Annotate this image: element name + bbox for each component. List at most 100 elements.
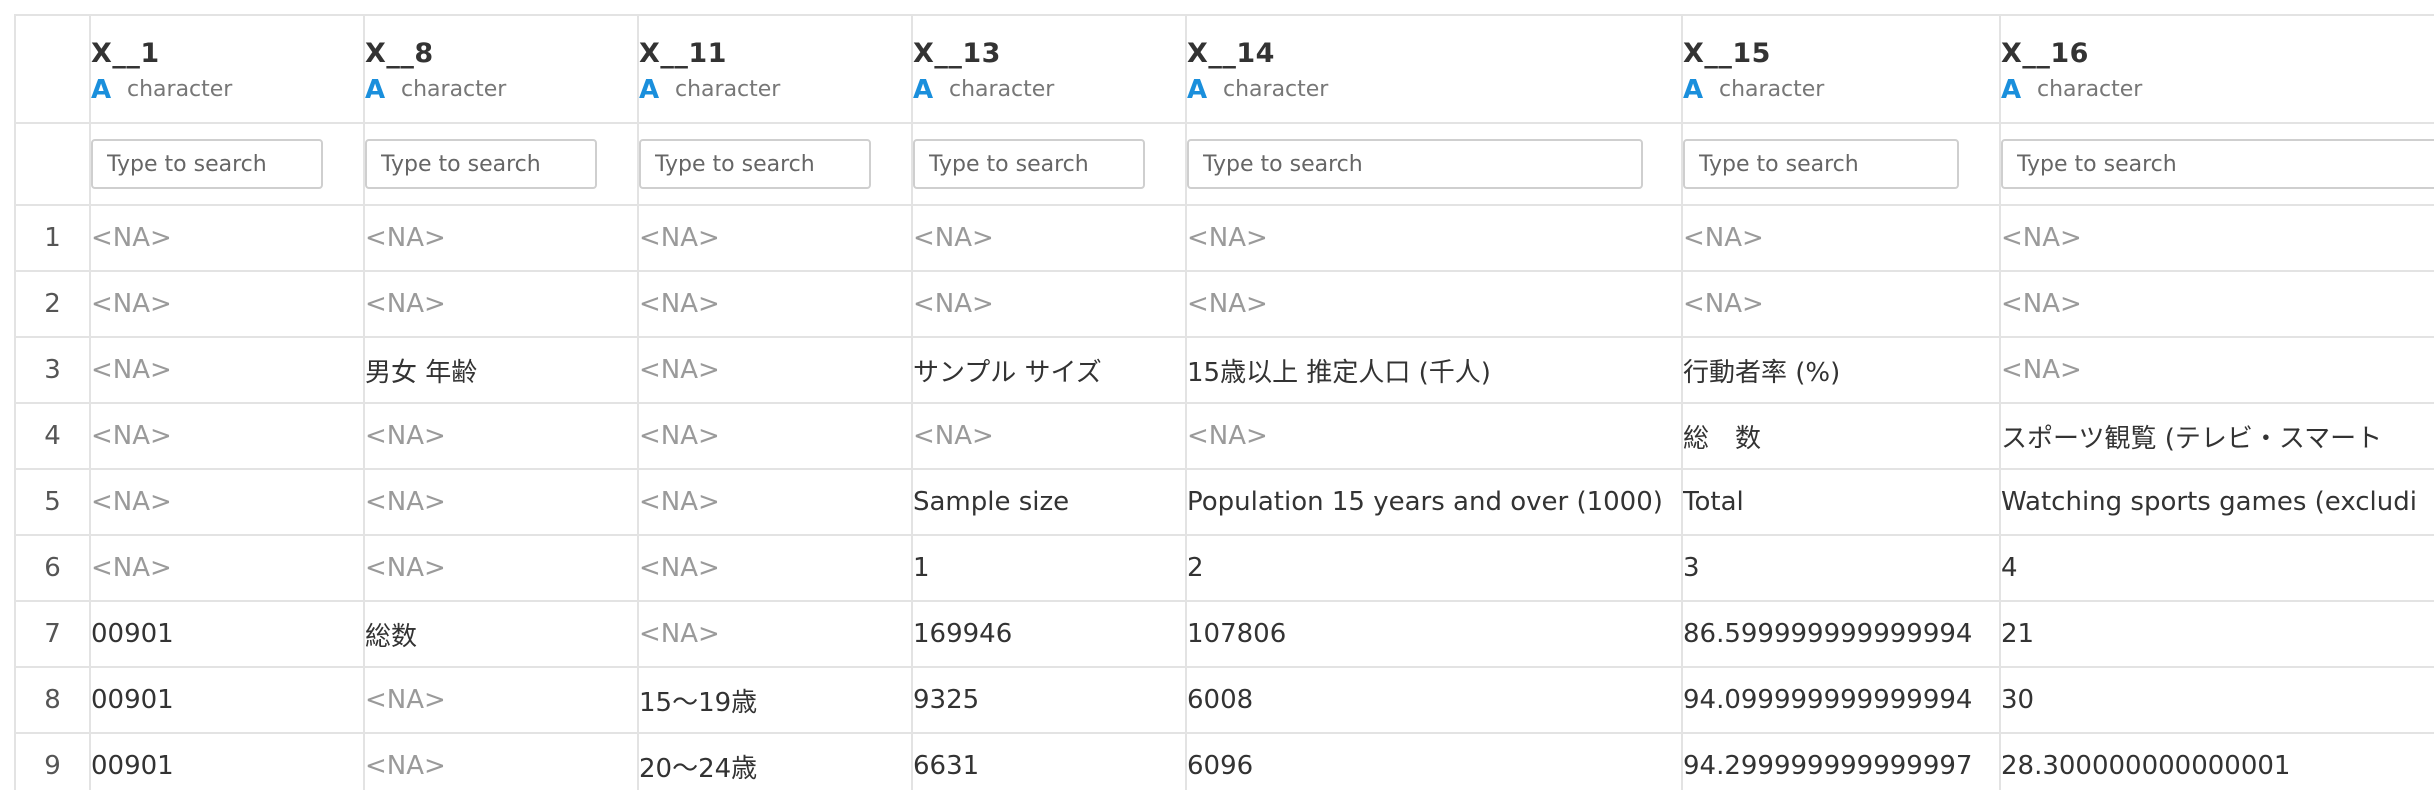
table-cell[interactable]: 94.299999999999997 xyxy=(1682,733,2001,790)
na-cell[interactable]: <NA> xyxy=(364,271,639,338)
table-cell[interactable]: 行動者率 (%) xyxy=(1682,337,2001,404)
table-cell[interactable]: 00901 xyxy=(90,733,365,790)
table-row: 7 00901 総数 <NA> 169946 107806 86.5999999999999… xyxy=(16,601,2434,668)
table-cell[interactable]: 00901 xyxy=(90,667,365,734)
table-cell[interactable]: 15歳以上 推定人口 (千人) xyxy=(1186,337,1683,404)
table-cell[interactable]: Sample size xyxy=(912,469,1187,536)
table-cell[interactable]: Watching sports games (excludi xyxy=(2000,469,2434,536)
na-cell[interactable]: <NA> xyxy=(1682,205,2001,272)
column-header-x11[interactable]: X__11 Acharacter xyxy=(638,16,913,124)
na-cell[interactable]: <NA> xyxy=(638,205,913,272)
search-input-x15[interactable] xyxy=(1683,139,1959,189)
column-name: X__1 xyxy=(91,38,160,69)
na-cell[interactable]: <NA> xyxy=(912,205,1187,272)
filter-cell xyxy=(1682,123,2001,206)
column-header-x8[interactable]: X__8 Acharacter xyxy=(364,16,639,124)
na-cell[interactable]: <NA> xyxy=(638,337,913,404)
table-cell[interactable]: 94.099999999999994 xyxy=(1682,667,2001,734)
table-cell[interactable]: 1 xyxy=(912,535,1187,602)
row-number: 3 xyxy=(16,337,91,404)
table-cell[interactable]: 15〜19歳 xyxy=(638,667,913,734)
table-cell[interactable]: スポーツ観覧 (テレビ・スマート xyxy=(2000,403,2434,470)
search-input-x13[interactable] xyxy=(913,139,1145,189)
na-cell[interactable]: <NA> xyxy=(2000,271,2434,338)
table-cell[interactable]: 男女 年齢 xyxy=(364,337,639,404)
column-name: X__8 xyxy=(365,38,434,69)
column-type-label: character xyxy=(1223,77,1329,102)
na-cell[interactable]: <NA> xyxy=(364,403,639,470)
table-cell[interactable]: 21 xyxy=(2000,601,2434,668)
filter-cell xyxy=(2000,123,2434,206)
search-input-x11[interactable] xyxy=(639,139,871,189)
column-type-label: character xyxy=(1719,77,1825,102)
table-cell[interactable]: 総数 xyxy=(364,601,639,668)
character-type-icon: A xyxy=(1683,74,1704,105)
column-name: X__11 xyxy=(639,38,727,69)
column-type: Acharacter xyxy=(913,77,1184,103)
na-cell[interactable]: <NA> xyxy=(912,271,1187,338)
na-cell[interactable]: <NA> xyxy=(638,469,913,536)
na-cell[interactable]: <NA> xyxy=(2000,337,2434,404)
search-input-x1[interactable] xyxy=(91,139,323,189)
table-cell[interactable]: 28.300000000000001 xyxy=(2000,733,2434,790)
na-cell[interactable]: <NA> xyxy=(364,535,639,602)
filter-cell xyxy=(364,123,639,206)
column-header-x1[interactable]: X__1 Acharacter xyxy=(90,16,365,124)
table-cell[interactable]: 2 xyxy=(1186,535,1683,602)
search-input-x16[interactable] xyxy=(2001,139,2434,189)
row-number: 7 xyxy=(16,601,91,668)
column-header-x16[interactable]: X__16 Acharacter xyxy=(2000,16,2434,124)
column-header-x14[interactable]: X__14 Acharacter xyxy=(1186,16,1683,124)
na-cell[interactable]: <NA> xyxy=(638,403,913,470)
table-cell[interactable]: 3 xyxy=(1682,535,2001,602)
na-cell[interactable]: <NA> xyxy=(1682,271,2001,338)
data-grid-viewport: X__1 Acharacter X__8 Acharacter X__11 Ac… xyxy=(14,14,2434,790)
na-cell[interactable]: <NA> xyxy=(90,205,365,272)
column-header-x15[interactable]: X__15 Acharacter xyxy=(1682,16,2001,124)
character-type-icon: A xyxy=(91,74,112,105)
filter-cell xyxy=(912,123,1187,206)
filter-corner xyxy=(16,123,91,206)
table-cell[interactable]: 4 xyxy=(2000,535,2434,602)
na-cell[interactable]: <NA> xyxy=(1186,403,1683,470)
column-header-x13[interactable]: X__13 Acharacter xyxy=(912,16,1187,124)
na-cell[interactable]: <NA> xyxy=(90,469,365,536)
na-cell[interactable]: <NA> xyxy=(1186,205,1683,272)
na-cell[interactable]: <NA> xyxy=(2000,205,2434,272)
table-cell[interactable]: 107806 xyxy=(1186,601,1683,668)
na-cell[interactable]: <NA> xyxy=(638,271,913,338)
na-cell[interactable]: <NA> xyxy=(364,733,639,790)
table-cell[interactable]: 169946 xyxy=(912,601,1187,668)
na-cell[interactable]: <NA> xyxy=(638,535,913,602)
table-cell[interactable]: 20〜24歳 xyxy=(638,733,913,790)
table-cell[interactable]: 6008 xyxy=(1186,667,1683,734)
na-cell[interactable]: <NA> xyxy=(1186,271,1683,338)
table-cell[interactable]: Total xyxy=(1682,469,2001,536)
table-cell[interactable]: 86.599999999999994 xyxy=(1682,601,2001,668)
table-cell[interactable]: 6631 xyxy=(912,733,1187,790)
table-cell[interactable]: 00901 xyxy=(90,601,365,668)
header-corner xyxy=(16,16,91,124)
na-cell[interactable]: <NA> xyxy=(638,601,913,668)
na-cell[interactable]: <NA> xyxy=(90,403,365,470)
table-cell[interactable]: 30 xyxy=(2000,667,2434,734)
table-row: 4 <NA> <NA> <NA> <NA> <NA> 総 数スポーツ観覧 (テレビ・スマート xyxy=(16,403,2434,470)
search-input-x14[interactable] xyxy=(1187,139,1643,189)
table-cell[interactable]: サンプル サイズ xyxy=(912,337,1187,404)
na-cell[interactable]: <NA> xyxy=(364,667,639,734)
na-cell[interactable]: <NA> xyxy=(364,205,639,272)
table-cell[interactable]: Population 15 years and over (1000) xyxy=(1186,469,1683,536)
table-cell[interactable]: 6096 xyxy=(1186,733,1683,790)
filter-row xyxy=(16,123,2434,206)
table-cell[interactable]: 総 数 xyxy=(1682,403,2001,470)
na-cell[interactable]: <NA> xyxy=(90,337,365,404)
na-cell[interactable]: <NA> xyxy=(912,403,1187,470)
na-cell[interactable]: <NA> xyxy=(90,271,365,338)
na-cell[interactable]: <NA> xyxy=(90,535,365,602)
na-cell[interactable]: <NA> xyxy=(364,469,639,536)
character-type-icon: A xyxy=(2001,74,2022,105)
column-type: Acharacter xyxy=(639,77,910,103)
table-cell[interactable]: 9325 xyxy=(912,667,1187,734)
search-input-x8[interactable] xyxy=(365,139,597,189)
row-number: 1 xyxy=(16,205,91,272)
